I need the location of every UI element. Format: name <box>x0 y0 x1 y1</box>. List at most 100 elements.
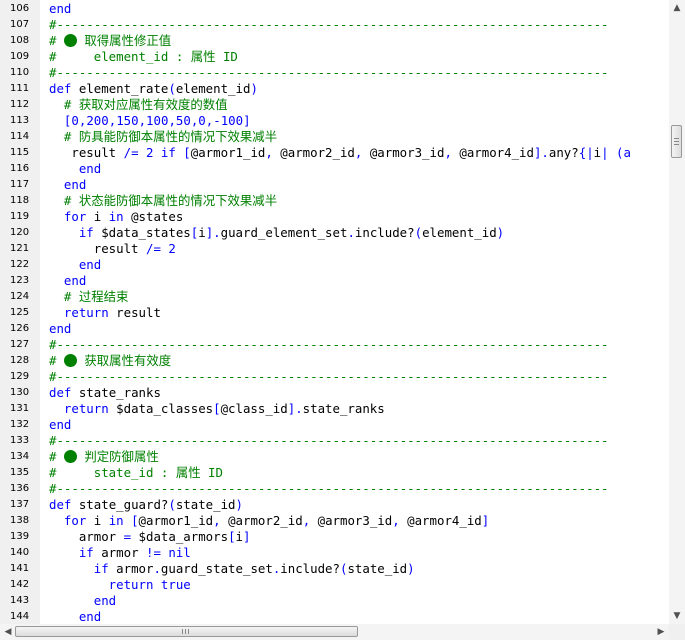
code-line[interactable]: 119 for i in @states <box>0 209 669 225</box>
code-token: $data_states <box>93 225 191 240</box>
code-line[interactable]: 122 end <box>0 257 669 273</box>
code-token: [ <box>213 401 221 416</box>
code-text[interactable]: end <box>49 593 116 609</box>
code-line[interactable]: 139 armor = $data_armors[i] <box>0 529 669 545</box>
code-text[interactable]: if $data_states[i].guard_element_set.inc… <box>49 225 504 241</box>
code-text[interactable]: end <box>49 161 101 177</box>
code-line[interactable]: 115 result /= 2 if [@armor1_id, @armor2_… <box>0 145 669 161</box>
code-text[interactable]: end <box>49 257 101 273</box>
code-text[interactable]: return result <box>49 305 161 321</box>
code-text[interactable]: def state_ranks <box>49 385 161 401</box>
code-token: if <box>160 145 176 160</box>
code-line[interactable]: 123 end <box>0 273 669 289</box>
code-text[interactable]: armor = $data_armors[i] <box>49 529 251 545</box>
code-text[interactable]: [0,200,150,100,50,0,-100] <box>49 113 251 129</box>
horizontal-scrollbar[interactable]: ◀ ▶ <box>0 624 669 640</box>
code-token: # element_id : 属性 ID <box>49 49 238 64</box>
code-line[interactable]: 129 #------------------------------------… <box>0 369 669 385</box>
code-line[interactable]: 113 [0,200,150,100,50,0,-100] <box>0 113 669 129</box>
code-line[interactable]: 111 def element_rate(element_id) <box>0 81 669 97</box>
line-number: 143 <box>10 595 30 606</box>
code-line[interactable]: 107 #------------------------------------… <box>0 17 669 33</box>
code-text[interactable]: # 状态能防御本属性的情况下效果减半 <box>49 193 277 209</box>
code-line[interactable]: 110 #------------------------------------… <box>0 65 669 81</box>
code-line[interactable]: 125 return result <box>0 305 669 321</box>
code-token: != <box>145 545 161 560</box>
code-text[interactable]: # 防具能防御本属性的情况下效果减半 <box>49 129 277 145</box>
code-line[interactable]: 141 if armor.guard_state_set.include?(st… <box>0 561 669 577</box>
vertical-scrollbar[interactable]: ▲ ▼ <box>669 0 685 624</box>
code-line[interactable]: 143 end <box>0 593 669 609</box>
code-line[interactable]: 126 end <box>0 321 669 337</box>
code-text[interactable]: for i in @states <box>49 209 183 225</box>
code-text[interactable]: #---------------------------------------… <box>49 481 609 497</box>
code-text[interactable]: end <box>49 417 71 433</box>
scroll-up-icon[interactable]: ▲ <box>669 0 685 16</box>
code-text[interactable]: return $data_classes[@class_id].state_ra… <box>49 401 385 417</box>
horizontal-scroll-thumb[interactable] <box>15 626 358 637</box>
code-text[interactable]: #---------------------------------------… <box>49 17 609 33</box>
code-text[interactable]: #---------------------------------------… <box>49 433 609 449</box>
code-text[interactable]: # 获取对应属性有效度的数值 <box>49 97 228 113</box>
code-line[interactable]: 114 # 防具能防御本属性的情况下效果减半 <box>0 129 669 145</box>
code-text[interactable]: # 过程结束 <box>49 289 129 305</box>
code-token: # 过程结束 <box>49 289 129 304</box>
code-line[interactable]: 137 def state_guard?(state_id) <box>0 497 669 513</box>
code-line[interactable]: 134 # 判定防御属性 <box>0 449 669 465</box>
scroll-right-icon[interactable]: ▶ <box>653 624 669 640</box>
code-line[interactable]: 128 # 获取属性有效度 <box>0 353 669 369</box>
code-line[interactable]: 132 end <box>0 417 669 433</box>
code-line[interactable]: 108 # 取得属性修正值 <box>0 33 669 49</box>
code-text[interactable]: result /= 2 if [@armor1_id, @armor2_id, … <box>49 145 631 161</box>
code-line[interactable]: 131 return $data_classes[@class_id].stat… <box>0 401 669 417</box>
code-line[interactable]: 121 result /= 2 <box>0 241 669 257</box>
code-text[interactable]: # 判定防御属性 <box>49 449 159 465</box>
code-text[interactable]: # 获取属性有效度 <box>49 353 171 369</box>
code-line[interactable]: 124 # 过程结束 <box>0 289 669 305</box>
code-line[interactable]: 117 end <box>0 177 669 193</box>
code-line[interactable]: 130 def state_ranks <box>0 385 669 401</box>
code-text[interactable]: end <box>49 177 86 193</box>
code-text[interactable]: # state_id : 属性 ID <box>49 465 223 481</box>
code-line[interactable]: 127 #------------------------------------… <box>0 337 669 353</box>
vertical-scroll-thumb[interactable] <box>671 125 682 158</box>
scroll-left-icon[interactable]: ◀ <box>0 624 16 640</box>
code-line[interactable]: 112 # 获取对应属性有效度的数值 <box>0 97 669 113</box>
code-line[interactable]: 116 end <box>0 161 669 177</box>
code-line[interactable]: 133 #------------------------------------… <box>0 433 669 449</box>
code-text[interactable]: #---------------------------------------… <box>49 369 609 385</box>
code-line[interactable]: 142 return true <box>0 577 669 593</box>
code-line[interactable]: 138 for i in [@armor1_id, @armor2_id, @a… <box>0 513 669 529</box>
code-text[interactable]: end <box>49 273 86 289</box>
code-text[interactable]: if armor != nil <box>49 545 191 561</box>
line-number: 120 <box>10 227 30 238</box>
code-text[interactable]: #---------------------------------------… <box>49 65 609 81</box>
scroll-down-icon[interactable]: ▼ <box>669 608 685 624</box>
code-text[interactable]: if armor.guard_state_set.include?(state_… <box>49 561 415 577</box>
code-line[interactable]: 144 end <box>0 609 669 624</box>
code-text[interactable]: end <box>49 609 101 624</box>
code-text[interactable]: end <box>49 321 71 337</box>
code-line[interactable]: 140 if armor != nil <box>0 545 669 561</box>
code-text[interactable]: #---------------------------------------… <box>49 337 609 353</box>
code-editor[interactable]: 106 end 107 #------------------------------… <box>0 0 669 624</box>
code-line[interactable]: 109 # element_id : 属性 ID <box>0 49 669 65</box>
code-text[interactable]: def element_rate(element_id) <box>49 81 258 97</box>
code-line[interactable]: 120 if $data_states[i].guard_element_set… <box>0 225 669 241</box>
code-line[interactable]: 106 end <box>0 1 669 17</box>
code-line[interactable]: 136 #------------------------------------… <box>0 481 669 497</box>
code-text[interactable]: return true <box>49 577 191 593</box>
code-token: | (a <box>601 145 631 160</box>
code-text[interactable]: # element_id : 属性 ID <box>49 49 238 65</box>
line-number: 134 <box>10 451 30 462</box>
code-text[interactable]: result /= 2 <box>49 241 176 257</box>
code-line[interactable]: 118 # 状态能防御本属性的情况下效果减半 <box>0 193 669 209</box>
code-text[interactable]: end <box>49 1 71 17</box>
code-token: i <box>86 209 109 224</box>
code-line[interactable]: 135 # state_id : 属性 ID <box>0 465 669 481</box>
code-text[interactable]: def state_guard?(state_id) <box>49 497 243 513</box>
line-number: 106 <box>10 3 30 14</box>
code-text[interactable]: # 取得属性修正值 <box>49 33 171 49</box>
code-token: return <box>49 401 109 416</box>
code-text[interactable]: for i in [@armor1_id, @armor2_id, @armor… <box>49 513 489 529</box>
